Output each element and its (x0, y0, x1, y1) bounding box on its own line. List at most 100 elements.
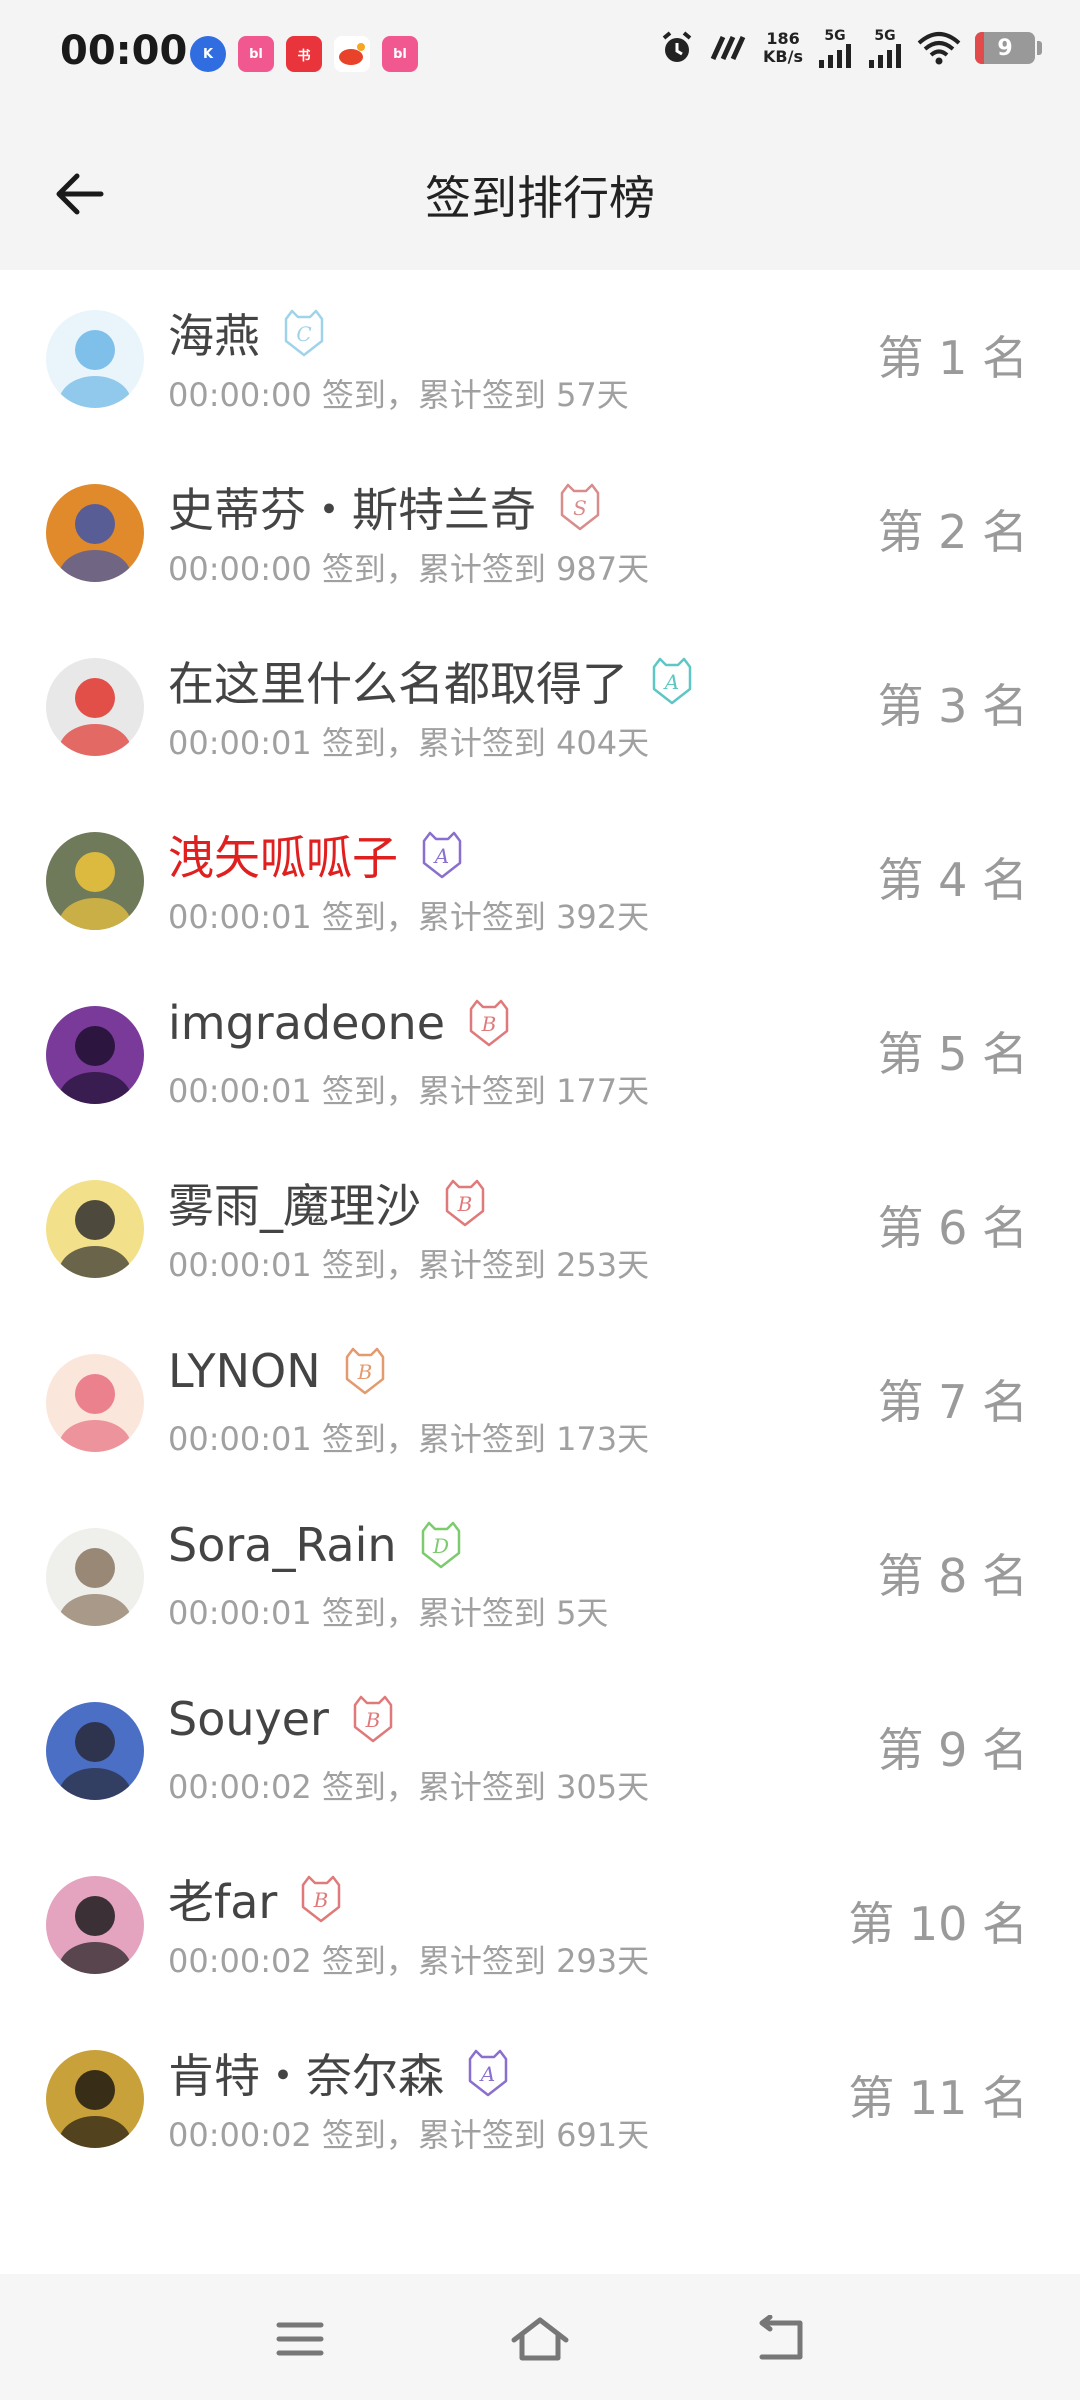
ranking-row[interactable]: LYNON B 00:00:01 签到，累计签到 173天 第 7 名 (0, 1314, 1080, 1488)
net-speed-value: 186 (766, 29, 800, 48)
bilibili-icon: bl (238, 36, 274, 72)
name-line: 洩矢呱呱子 A (168, 822, 468, 888)
level-badge-icon: A (462, 2047, 514, 2099)
weibo-icon (334, 36, 370, 72)
checkin-info: 00:00:01 签到，累计签到 5天 (168, 1594, 609, 1632)
level-badge-icon: B (339, 1345, 391, 1397)
checkin-info: 00:00:02 签到，累计签到 305天 (168, 1768, 650, 1806)
badge-letter: B (365, 1708, 381, 1732)
level-badge-icon: B (295, 1873, 347, 1925)
battery-level: 9 (997, 35, 1013, 61)
rank-label: 第 9 名 (877, 1723, 1028, 1777)
status-bar: 00:00 K bl 书 bl 186 KB/s 5G 5G 9 (0, 0, 1080, 110)
avatar[interactable] (46, 1528, 144, 1626)
rank-label: 第 4 名 (877, 853, 1028, 907)
ranking-row[interactable]: 史蒂芬・斯特兰奇 S 00:00:00 签到，累计签到 987天 第 2 名 (0, 444, 1080, 618)
name-line: LYNON B (168, 1344, 391, 1398)
level-badge-icon: B (347, 1693, 399, 1745)
signal-label: 5G (874, 28, 896, 44)
ranking-row[interactable]: 老far B 00:00:02 签到，累计签到 293天 第 10 名 (0, 1836, 1080, 2010)
net-speed-unit: KB/s (763, 47, 803, 66)
ranking-row[interactable]: Sora_Rain D 00:00:01 签到，累计签到 5天 第 8 名 (0, 1488, 1080, 1662)
avatar[interactable] (46, 484, 144, 582)
level-badge-icon: D (415, 1519, 467, 1571)
level-badge-icon: A (416, 829, 468, 881)
nfc-icon (709, 33, 749, 63)
avatar[interactable] (46, 1006, 144, 1104)
avatar[interactable] (46, 1180, 144, 1278)
badge-letter: A (433, 844, 449, 868)
badge-letter: A (663, 670, 679, 694)
user-name[interactable]: 海燕 (168, 300, 260, 366)
xiaohongshu-icon: 书 (286, 36, 322, 72)
home-button[interactable] (505, 2304, 575, 2374)
back-nav-button[interactable] (745, 2304, 815, 2374)
user-name[interactable]: Souyer (168, 1692, 329, 1746)
signal-label: 5G (824, 28, 846, 44)
battery-icon: 9 (975, 32, 1042, 64)
name-line: 肯特・奈尔森 A (168, 2040, 514, 2106)
user-name[interactable]: 老far (168, 1866, 277, 1932)
avatar[interactable] (46, 832, 144, 930)
bilibili-icon: bl (382, 36, 418, 72)
signal-icon: 5G (817, 28, 853, 68)
rank-label: 第 7 名 (877, 1375, 1028, 1429)
checkin-info: 00:00:01 签到，累计签到 177天 (168, 1072, 650, 1110)
rank-label: 第 2 名 (877, 505, 1028, 559)
name-line: Sora_Rain D (168, 1518, 467, 1572)
user-name[interactable]: 史蒂芬・斯特兰奇 (168, 474, 536, 540)
avatar[interactable] (46, 310, 144, 408)
avatar[interactable] (46, 1702, 144, 1800)
ranking-row[interactable]: 海燕 C 00:00:00 签到，累计签到 57天 第 1 名 (0, 270, 1080, 444)
ranking-list: 海燕 C 00:00:00 签到，累计签到 57天 第 1 名史蒂芬・斯特兰奇 S 00:… (0, 270, 1080, 2184)
status-right: 186 KB/s 5G 5G 9 (659, 28, 1042, 68)
badge-letter: S (573, 496, 587, 520)
k-app-icon: K (190, 36, 226, 72)
notification-icons: K bl 书 bl (190, 36, 418, 72)
rank-label: 第 5 名 (877, 1027, 1028, 1081)
ranking-row[interactable]: Souyer B 00:00:02 签到，累计签到 305天 第 9 名 (0, 1662, 1080, 1836)
avatar[interactable] (46, 1876, 144, 1974)
status-time: 00:00 (60, 28, 188, 74)
rank-label: 第 11 名 (848, 2071, 1028, 2125)
ranking-row[interactable]: 在这里什么名都取得了 A 00:00:01 签到，累计签到 404天 第 3 名 (0, 618, 1080, 792)
checkin-info: 00:00:00 签到，累计签到 57天 (168, 376, 629, 414)
level-badge-icon: S (554, 481, 606, 533)
user-name[interactable]: 在这里什么名都取得了 (168, 648, 628, 714)
ranking-row[interactable]: 肯特・奈尔森 A 00:00:02 签到，累计签到 691天 第 11 名 (0, 2010, 1080, 2184)
menu-button[interactable] (265, 2304, 335, 2374)
badge-letter: B (313, 1888, 329, 1912)
level-badge-icon: B (439, 1177, 491, 1229)
avatar[interactable] (46, 658, 144, 756)
user-name[interactable]: 洩矢呱呱子 (168, 822, 398, 888)
rank-label: 第 10 名 (848, 1897, 1028, 1951)
name-line: 老far B (168, 1866, 347, 1932)
rank-label: 第 1 名 (877, 331, 1028, 385)
name-line: 雾雨_魔理沙 B (168, 1170, 491, 1236)
user-name[interactable]: imgradeone (168, 996, 445, 1050)
ranking-row[interactable]: imgradeone B 00:00:01 签到，累计签到 177天 第 5 名 (0, 966, 1080, 1140)
user-name[interactable]: 雾雨_魔理沙 (168, 1170, 421, 1236)
badge-letter: C (296, 322, 311, 346)
user-name[interactable]: 肯特・奈尔森 (168, 2040, 444, 2106)
checkin-info: 00:00:01 签到，累计签到 173天 (168, 1420, 650, 1458)
user-name[interactable]: Sora_Rain (168, 1518, 397, 1572)
net-speed: 186 KB/s (763, 30, 803, 66)
badge-letter: B (481, 1012, 497, 1036)
checkin-info: 00:00:01 签到，累计签到 404天 (168, 724, 650, 762)
avatar[interactable] (46, 2050, 144, 2148)
user-name[interactable]: LYNON (168, 1344, 321, 1398)
ranking-row[interactable]: 洩矢呱呱子 A 00:00:01 签到，累计签到 392天 第 4 名 (0, 792, 1080, 966)
badge-letter: B (457, 1192, 473, 1216)
ranking-row[interactable]: 雾雨_魔理沙 B 00:00:01 签到，累计签到 253天 第 6 名 (0, 1140, 1080, 1314)
checkin-info: 00:00:01 签到，累计签到 253天 (168, 1246, 650, 1284)
badge-letter: A (479, 2062, 495, 2086)
checkin-info: 00:00:00 签到，累计签到 987天 (168, 550, 650, 588)
avatar[interactable] (46, 1354, 144, 1452)
name-line: 在这里什么名都取得了 A (168, 648, 698, 714)
alarm-icon (659, 30, 695, 66)
signal-icon: 5G (867, 28, 903, 68)
badge-letter: D (432, 1534, 449, 1558)
back-nav-icon (759, 2315, 803, 2360)
menu-icon (276, 2322, 324, 2356)
